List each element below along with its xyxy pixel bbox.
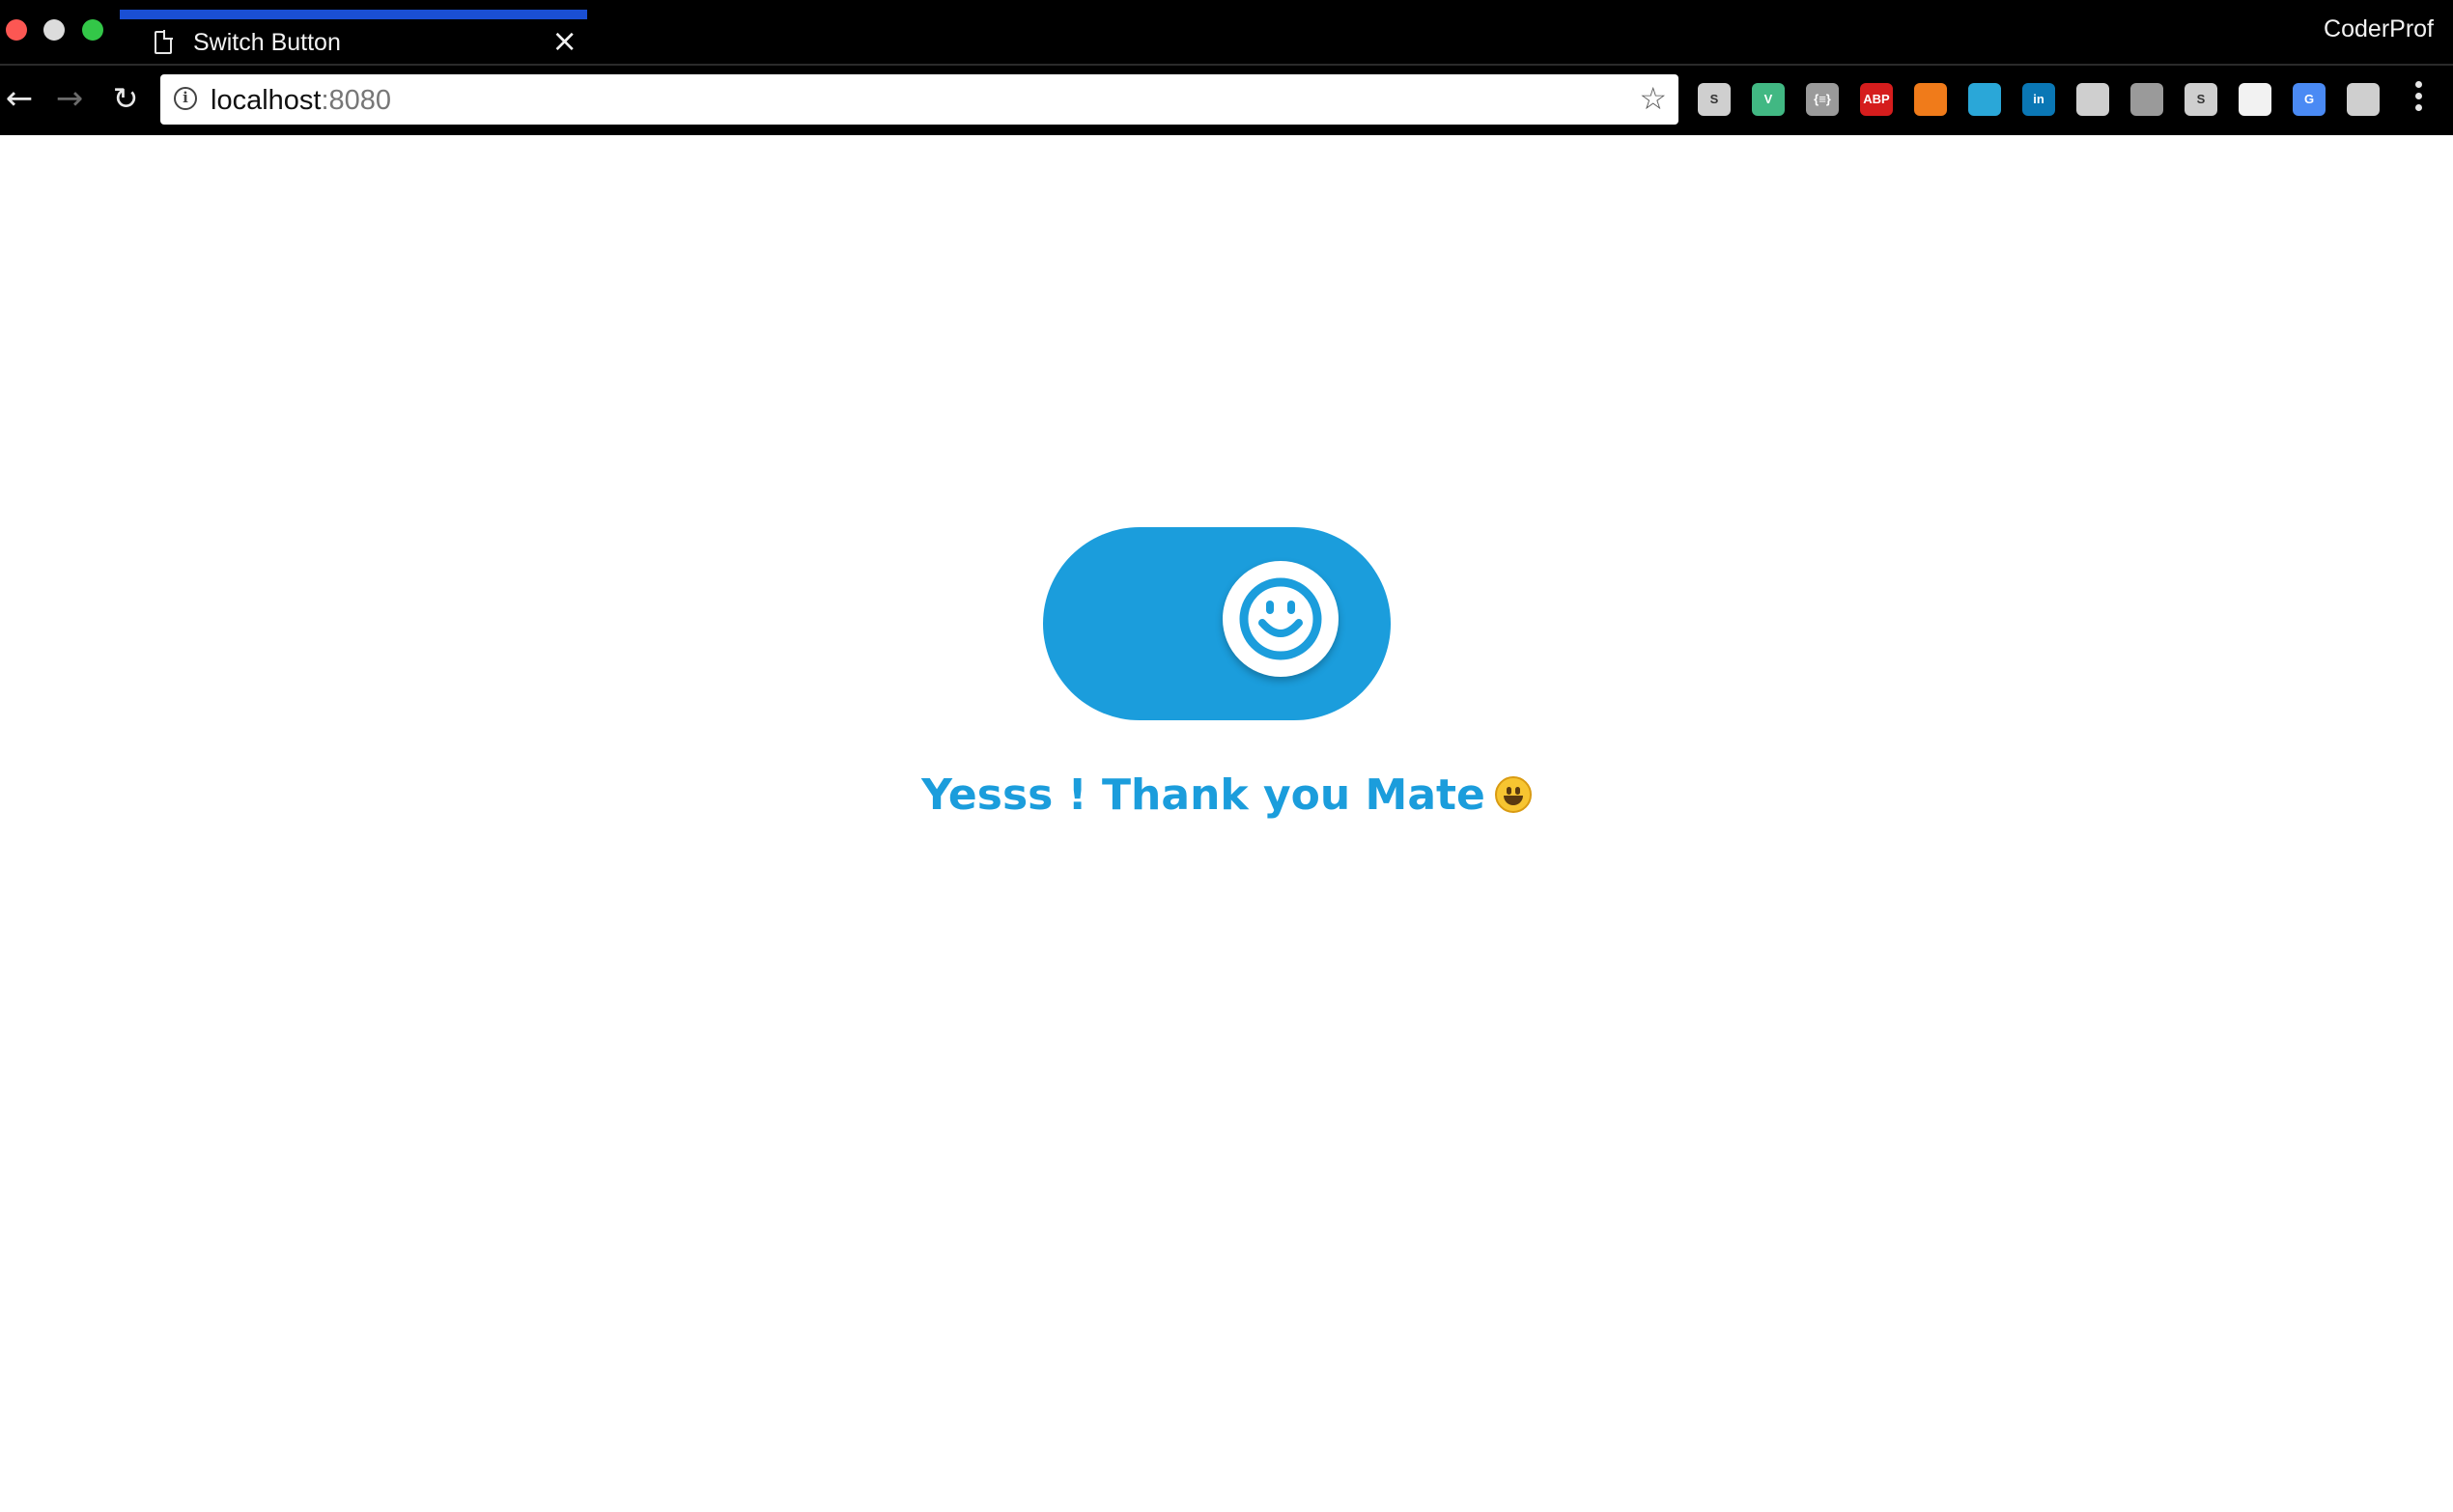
address-bar[interactable]: i localhost:8080 ☆ [160,74,1678,125]
skype-extension-icon[interactable]: S [1698,83,1731,116]
info-icon[interactable]: i [174,87,197,110]
close-window-button[interactable] [6,19,27,41]
browser-tab[interactable]: Switch Button × [120,10,587,64]
analytics-extension-icon[interactable] [1914,83,1947,116]
reload-icon[interactable]: ↻ [106,79,145,118]
linkedin-icon[interactable]: in [2022,83,2055,116]
calendar-extension-icon[interactable] [2239,83,2271,116]
toggle-switch[interactable] [1043,527,1391,720]
profile-name[interactable]: CoderProf [2324,15,2434,43]
url-host: localhost [211,85,322,116]
tab-close-icon[interactable]: × [551,25,578,56]
wappalyzer-icon[interactable] [1968,83,2001,116]
s-extension-icon[interactable]: S [2185,83,2217,116]
thank-you-text: Yesss ! Thank you Mate [921,770,1485,820]
adblock-plus-icon[interactable]: ABP [1860,83,1893,116]
browser-menu-icon[interactable] [2414,81,2424,120]
forward-arrow-icon[interactable]: → [50,79,89,118]
browser-toolbar: ← → ↻ i localhost:8080 ☆ S V {≡} ABP in S G [0,64,2453,135]
grinning-face-emoji-icon [1494,776,1532,813]
google-translate-icon[interactable]: G [2293,83,2326,116]
json-viewer-icon[interactable]: {≡} [1806,83,1839,116]
page-extension-icon[interactable] [2076,83,2109,116]
back-arrow-icon[interactable]: ← [0,79,39,118]
smiley-face-icon [1239,577,1322,660]
maximize-window-button[interactable] [82,19,103,41]
vue-devtools-icon[interactable]: V [1752,83,1785,116]
minimize-window-button[interactable] [43,19,65,41]
bookmark-star-icon[interactable]: ☆ [1639,82,1667,115]
url-port: :8080 [321,85,392,116]
url-text[interactable]: localhost:8080 [211,85,391,117]
thank-you-message: Yesss ! Thank you Mate [0,770,2453,820]
document-icon [155,30,173,54]
browser-titlebar: Switch Button × CoderProf [0,0,2453,64]
toggle-knob[interactable] [1223,561,1339,677]
color-picker-icon[interactable] [2347,83,2380,116]
tab-title: Switch Button [193,29,341,56]
download-extension-icon[interactable] [2130,83,2163,116]
